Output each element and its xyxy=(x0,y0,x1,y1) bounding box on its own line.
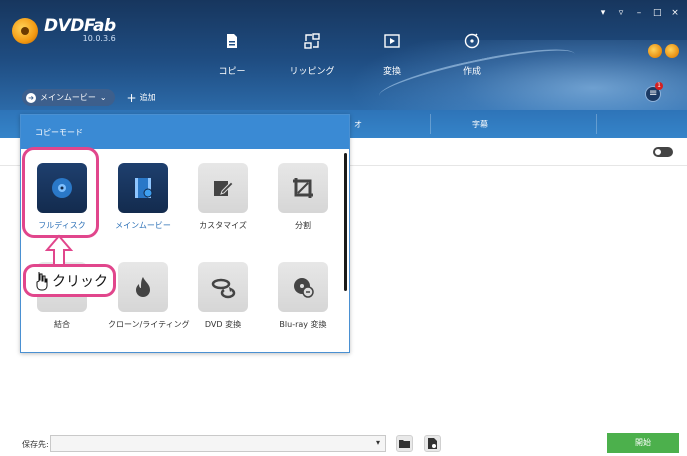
mode-bluray-convert-label: Blu-ray 変換 xyxy=(279,320,327,329)
bottom-bar: 保存先: 開始 xyxy=(0,430,687,456)
crop-icon xyxy=(278,163,328,213)
tab-main-movie[interactable]: ➜ メインムービー ⌄ xyxy=(22,89,115,106)
save-location-select[interactable] xyxy=(50,435,386,452)
column-divider xyxy=(596,114,597,134)
mouse-pointer-icon xyxy=(36,271,48,290)
tab-main-movie-label: メインムービー xyxy=(40,93,96,102)
rip-icon xyxy=(272,30,352,52)
column-divider xyxy=(430,114,431,134)
add-source-label: 追加 xyxy=(139,93,156,102)
app-name: DVDFab xyxy=(44,16,116,36)
nav-convert-label: 変換 xyxy=(382,67,401,77)
settings-arrow-icon[interactable]: ▿ xyxy=(617,8,625,18)
chevron-down-icon: ⌄ xyxy=(99,93,107,102)
nav-create[interactable]: 作成 xyxy=(432,30,512,77)
iso-file-icon[interactable] xyxy=(424,435,441,452)
save-location-label: 保存先: xyxy=(22,440,49,449)
plus-icon: + xyxy=(126,90,137,105)
mode-clone-burn-label: クローン/ライティング xyxy=(108,320,190,329)
app-logo: DVDFab 10.0.3.6 xyxy=(12,18,116,44)
mode-dvd-convert-label: DVD 変換 xyxy=(204,320,242,329)
nav-convert[interactable]: 変換 xyxy=(352,30,432,77)
mode-clone-burn[interactable]: クローン/ライティング xyxy=(108,262,190,330)
dropdown-arrow-icon[interactable]: ▾ xyxy=(599,8,607,18)
nav-ripping-label: リッピング xyxy=(289,67,335,77)
mode-dvd-convert[interactable]: DVD 変換 xyxy=(188,262,258,330)
click-label: クリック xyxy=(52,273,108,290)
mode-main-movie-label: メインムービー xyxy=(115,221,171,230)
mascot-icons xyxy=(648,44,679,58)
minimize-icon[interactable]: – xyxy=(635,8,643,18)
nav-copy-label: コピー xyxy=(218,67,246,77)
source-tabs: ➜ メインムービー ⌄ + 追加 xyxy=(22,89,156,106)
column-audio: オ xyxy=(354,120,362,129)
toggle-switch[interactable] xyxy=(653,147,673,157)
edit-icon xyxy=(198,163,248,213)
mode-customize-label: カスタマイズ xyxy=(199,221,247,230)
mode-main-movie[interactable]: メインムービー xyxy=(108,163,178,231)
notification-badge: 1 xyxy=(655,82,663,90)
flame-icon xyxy=(118,262,168,312)
column-subtitle: 字幕 xyxy=(472,120,488,129)
disc-create-icon xyxy=(432,30,512,52)
folder-icon[interactable] xyxy=(396,435,413,452)
popup-scrollbar[interactable] xyxy=(344,153,347,291)
nav-ripping[interactable]: リッピング xyxy=(272,30,352,77)
add-source-button[interactable]: + 追加 xyxy=(127,91,156,105)
start-button[interactable]: 開始 xyxy=(607,433,679,453)
popup-title: コピーモード xyxy=(21,115,349,149)
bluray-convert-icon xyxy=(278,262,328,312)
play-icon xyxy=(352,30,432,52)
file-icon xyxy=(192,30,272,52)
mascot-icon[interactable] xyxy=(665,44,679,58)
highlight-frame xyxy=(22,147,99,238)
maximize-icon[interactable]: □ xyxy=(653,8,662,18)
mode-split[interactable]: 分割 xyxy=(268,163,338,231)
mode-split-label: 分割 xyxy=(295,221,311,230)
window-controls: ▾ ▿ – □ × xyxy=(599,8,679,18)
mascot-icon[interactable] xyxy=(648,44,662,58)
app-header: DVDFab 10.0.3.6 ▾ ▿ – □ × コピー リッピング 変換 作… xyxy=(0,0,687,110)
click-callout: クリック xyxy=(23,264,116,297)
dvdfab-logo-icon xyxy=(12,18,38,44)
nav-copy[interactable]: コピー xyxy=(192,30,272,77)
film-icon xyxy=(118,163,168,213)
main-nav: コピー リッピング 変換 作成 xyxy=(192,30,512,77)
arrow-right-icon: ➜ xyxy=(26,92,36,103)
dvd-convert-icon xyxy=(198,262,248,312)
mode-customize[interactable]: カスタマイズ xyxy=(188,163,258,231)
nav-create-label: 作成 xyxy=(462,67,481,77)
close-icon[interactable]: × xyxy=(671,8,679,18)
mode-merge-label: 結合 xyxy=(54,320,70,329)
mode-bluray-convert[interactable]: Blu-ray 変換 xyxy=(268,262,338,330)
